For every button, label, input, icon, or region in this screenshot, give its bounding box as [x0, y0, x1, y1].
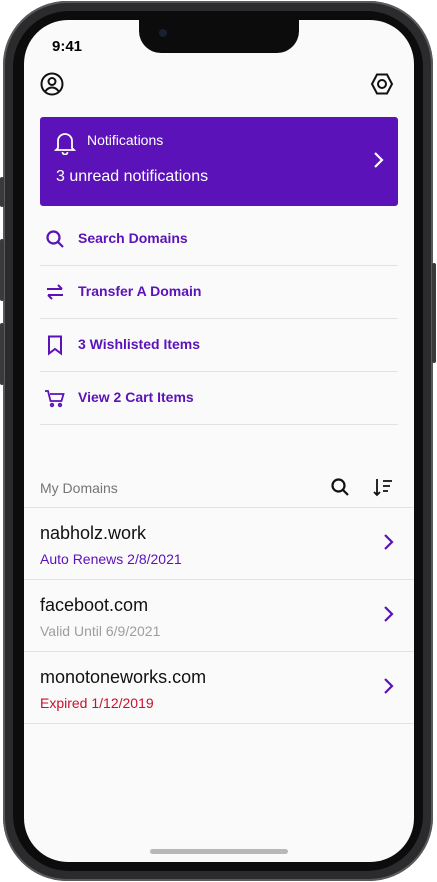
user-circle-icon[interactable] — [40, 72, 64, 96]
cart-item[interactable]: View 2 Cart Items — [40, 372, 398, 425]
home-indicator[interactable] — [150, 849, 288, 854]
bookmark-icon — [44, 334, 66, 356]
menu-label: 3 Wishlisted Items — [78, 336, 201, 352]
mute-switch — [0, 177, 4, 207]
screen: 9:41 Notifications 3 unread notification… — [24, 20, 414, 862]
menu-label: Search Domains — [78, 230, 188, 246]
transfer-domain-item[interactable]: Transfer A Domain — [40, 266, 398, 319]
search-icon — [44, 228, 66, 250]
my-domains-title: My Domains — [40, 480, 118, 496]
volume-up-button — [0, 239, 4, 301]
cart-icon — [44, 387, 66, 409]
wishlist-item[interactable]: 3 Wishlisted Items — [40, 319, 398, 372]
domain-status: Expired 1/12/2019 — [40, 695, 154, 711]
search-icon[interactable] — [329, 476, 351, 498]
chevron-right-icon — [382, 677, 394, 700]
chevron-right-icon — [382, 605, 394, 628]
notifications-title: Notifications — [87, 132, 164, 148]
menu-label: Transfer A Domain — [78, 283, 202, 299]
bell-icon — [53, 131, 77, 160]
hex-gear-icon[interactable] — [370, 72, 394, 96]
status-time: 9:41 — [52, 38, 83, 55]
search-domains-item[interactable]: Search Domains — [40, 213, 398, 266]
domain-row[interactable]: faceboot.com Valid Until 6/9/2021 — [24, 579, 414, 651]
domain-list: nabholz.work Auto Renews 2/8/2021 facebo… — [24, 507, 414, 724]
domain-row[interactable]: monotoneworks.com Expired 1/12/2019 — [24, 651, 414, 724]
domain-name: monotoneworks.com — [40, 667, 207, 687]
domain-status: Auto Renews 2/8/2021 — [40, 551, 182, 567]
menu-label: View 2 Cart Items — [78, 389, 194, 405]
domain-name: nabholz.work — [40, 523, 147, 543]
camera — [159, 29, 167, 37]
sort-icon[interactable] — [372, 476, 394, 498]
domain-status: Valid Until 6/9/2021 — [40, 623, 161, 639]
chevron-right-icon — [372, 151, 384, 174]
notifications-card[interactable]: Notifications 3 unread notifications — [40, 117, 398, 206]
chevron-right-icon — [382, 533, 394, 556]
domain-row[interactable]: nabholz.work Auto Renews 2/8/2021 — [24, 507, 414, 579]
transfer-arrows-icon — [44, 281, 66, 303]
domain-name: faceboot.com — [40, 595, 149, 615]
notifications-subtitle: 3 unread notifications — [56, 168, 209, 185]
volume-down-button — [0, 323, 4, 385]
power-button — [432, 263, 436, 363]
